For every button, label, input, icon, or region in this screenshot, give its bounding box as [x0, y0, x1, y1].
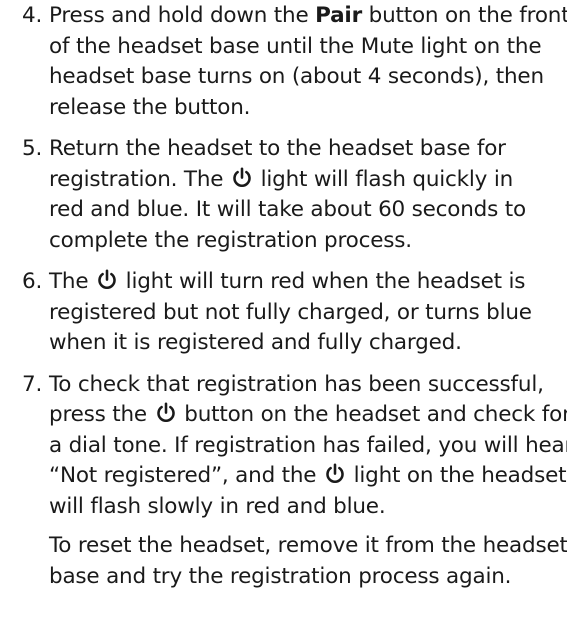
step-line: red and blue. It will take about 60 seco…	[49, 197, 526, 222]
step-number: 5.	[22, 136, 43, 161]
power-icon	[155, 402, 177, 424]
text-run: registration. The	[49, 166, 230, 192]
note-line: base and try the registration process ag…	[49, 563, 512, 589]
power-icon	[324, 463, 346, 485]
step-line: To check that registration has been succ…	[49, 371, 544, 397]
step-body: To check that registration has been succ…	[49, 370, 567, 593]
step-line: of the headset base until the Mute light…	[49, 33, 542, 59]
step-6: 6. The light will turn red when the head…	[22, 267, 562, 359]
step-7: 7. To check that registration has been s…	[22, 370, 567, 593]
step-line: will flash slowly in red and blue.	[49, 493, 386, 519]
power-icon	[96, 269, 118, 291]
step-line: “Not registered”, and the light on the h…	[49, 461, 567, 492]
text-run: press the	[49, 402, 154, 427]
step-line: complete the registration process.	[49, 227, 412, 253]
step-5: 5. Return the headset to the headset bas…	[22, 134, 562, 256]
text-run: button on the headset and check for	[177, 402, 567, 427]
step-number: 7.	[22, 371, 43, 397]
step-line: Press and hold down the Pair button on t…	[49, 1, 567, 32]
step-line: registered but not fully charged, or tur…	[49, 299, 532, 325]
step-line: press the button on the headset and chec…	[49, 400, 567, 431]
step-line: headset base turns on (about 4 seconds),…	[49, 64, 544, 89]
note-line: To reset the headset, remove it from the…	[49, 533, 567, 558]
text-run: light will flash quickly in	[253, 166, 514, 192]
step-line: Return the headset to the headset base f…	[49, 136, 506, 161]
text-run: The	[49, 269, 96, 294]
text-run: Press and hold down the	[49, 3, 316, 28]
step-body: Return the headset to the headset base f…	[49, 134, 562, 256]
step-body: The light will turn red when the headset…	[49, 267, 562, 359]
step-number: 6.	[22, 269, 43, 294]
step-body: Press and hold down the Pair button on t…	[49, 1, 567, 123]
step-line: release the button.	[49, 94, 251, 120]
step-number: 4.	[22, 3, 43, 28]
power-icon	[231, 167, 253, 189]
step-line: registration. The light will flash quick…	[49, 165, 562, 196]
text-run: button on the front	[361, 3, 567, 28]
step-line: a dial tone. If registration has failed,…	[49, 432, 567, 458]
instruction-list: 4. Press and hold down the Pair button o…	[22, 1, 567, 603]
step-4: 4. Press and hold down the Pair button o…	[22, 1, 567, 123]
reset-note: To reset the headset, remove it from the…	[49, 522, 567, 592]
pair-button-label: Pair	[315, 3, 362, 28]
step-line: when it is registered and fully charged.	[49, 330, 462, 355]
text-run: light will turn red when the headset is	[119, 269, 526, 294]
step-line: The light will turn red when the headset…	[49, 267, 562, 298]
text-run: light on the headset	[346, 463, 567, 488]
text-run: “Not registered”, and the	[49, 463, 323, 488]
